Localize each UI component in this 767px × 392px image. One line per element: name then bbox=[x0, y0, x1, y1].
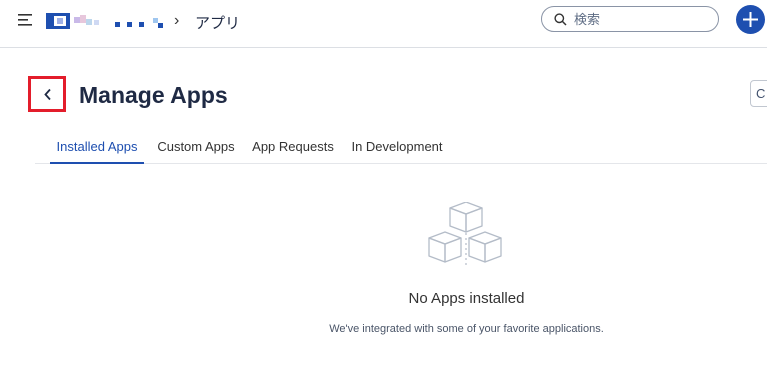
breadcrumb-current-app[interactable]: アプリ bbox=[195, 12, 240, 33]
breadcrumb-separator: › bbox=[174, 12, 180, 29]
menu-icon[interactable] bbox=[18, 13, 34, 27]
empty-state-description: We've integrated with some of your favor… bbox=[329, 323, 604, 335]
tab-custom-apps[interactable]: Custom Apps bbox=[155, 128, 237, 164]
plus-icon bbox=[743, 12, 758, 27]
tab-installed-apps[interactable]: Installed Apps bbox=[50, 128, 144, 164]
top-right-button[interactable]: C bbox=[750, 80, 767, 107]
top-bar: › アプリ bbox=[0, 0, 767, 48]
back-button[interactable] bbox=[28, 76, 66, 112]
search-box[interactable] bbox=[541, 6, 719, 32]
cubes-icon bbox=[427, 201, 507, 271]
search-icon bbox=[554, 13, 567, 26]
empty-state-title: No Apps installed bbox=[408, 290, 525, 307]
tab-in-development[interactable]: In Development bbox=[349, 128, 445, 164]
page-title: Manage Apps bbox=[79, 82, 228, 108]
add-button[interactable] bbox=[736, 5, 765, 34]
chevron-left-icon bbox=[44, 88, 51, 101]
tab-app-requests[interactable]: App Requests bbox=[251, 128, 335, 164]
tab-bar: Installed Apps Custom Apps App Requests … bbox=[35, 128, 767, 164]
workspace-logo[interactable] bbox=[46, 12, 168, 32]
search-input[interactable] bbox=[572, 10, 714, 30]
